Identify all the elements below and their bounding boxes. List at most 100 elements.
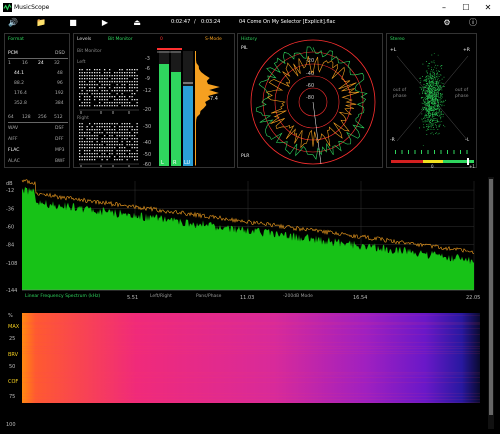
stop-icon[interactable]: ■	[66, 16, 80, 29]
meter-scale-6: -40	[143, 140, 151, 146]
pcm-rate-3: 176.4	[14, 91, 27, 96]
ring-label-80: -80	[306, 95, 314, 101]
window-title: MusicScope	[14, 4, 50, 11]
channel-l-label: L	[161, 160, 164, 166]
dsd-multiple-4: 512	[54, 115, 63, 120]
meter-scale-7: -50	[143, 152, 151, 158]
pans-phase-toggle[interactable]: Pans/Phase	[196, 294, 221, 299]
s-mode-title: S-Mode	[205, 37, 222, 42]
vertical-scrollbar[interactable]	[488, 177, 494, 429]
sgram-tick-75: 75	[9, 394, 15, 400]
history-radar: -20 -40 -60 -80	[250, 39, 376, 165]
format-title: Format	[8, 37, 24, 42]
type-dff: DFF	[55, 137, 64, 142]
ring-label-40: -40	[306, 71, 314, 77]
db-tick: -60	[6, 224, 14, 230]
s-mode-peak-value: 7.4	[210, 96, 218, 102]
spectrogram-panel: % 25 50 75 100 MAX BRV COF	[4, 309, 486, 431]
left-level-bar	[159, 64, 169, 166]
peak-indicator: 0	[160, 37, 163, 42]
bit-monitor-title: Bit Monitor	[108, 37, 133, 42]
play-icon[interactable]: ▶	[98, 16, 112, 29]
dsd-label: DSD	[55, 51, 65, 56]
app-logo-icon	[3, 3, 12, 12]
bit-monitor-display	[79, 69, 139, 167]
spectrum-mode-label[interactable]: Linear Frequency Spectrum (kHz)	[25, 294, 100, 299]
settings-gear-icon[interactable]: ⚙	[440, 16, 454, 29]
meter-scale-3: -12	[143, 88, 151, 94]
marker-cof: COF	[8, 379, 18, 385]
loudness-bar	[183, 86, 193, 166]
pcm-rate-1: 44.1	[14, 71, 25, 76]
db-tick: -108	[6, 261, 17, 267]
type-aiff: AIFF	[8, 137, 18, 142]
pcm-label: PCM	[8, 51, 18, 56]
sgram-tick-25: 25	[9, 336, 15, 342]
mode-200db-toggle[interactable]: -200dB Mode	[283, 294, 313, 299]
sgram-tick-50: 50	[9, 364, 15, 370]
toolbar: 🔊 📁 ■ ▶ ⏏ 0:02:47 / 0:03:24 04 Come On M…	[0, 16, 500, 29]
elapsed-time: 0:02:47	[171, 19, 191, 25]
meter-scale-4: -20	[143, 107, 151, 113]
stereo-title: Stereo	[390, 37, 405, 42]
right-level-bar	[171, 72, 181, 166]
freq-tick: 22.05	[466, 295, 480, 301]
dsd-multiple-2: 128	[22, 115, 31, 120]
db-tick: -12	[6, 188, 14, 194]
bits-16: 16	[22, 61, 28, 66]
history-panel: History PIL PLR -20 -40 -60 -80	[237, 33, 383, 168]
dsd-multiple-3: 256	[38, 115, 47, 120]
total-time: 0:03:24	[201, 19, 221, 25]
sgram-percent-label: %	[8, 313, 13, 319]
pcm-rate-4: 352.8	[14, 101, 27, 106]
freq-tick: 16.54	[353, 295, 367, 301]
level-meters: -3 -6 -9 -12 -20 -30 -40 -50 -60 7.4 L R…	[143, 48, 220, 168]
info-icon[interactable]: ⓘ	[466, 16, 480, 29]
pil-label: PIL	[241, 46, 248, 51]
db-tick: -84	[6, 243, 14, 249]
correlation-max: +1	[469, 164, 475, 169]
stereo-scope	[391, 53, 474, 165]
type-flac: FLAC	[8, 148, 20, 153]
bits-24: 24	[38, 61, 44, 66]
close-button[interactable]: ✕	[477, 0, 499, 16]
left-right-toggle[interactable]: Left/Right	[150, 294, 172, 299]
marker-max: MAX	[8, 324, 20, 330]
bits-1: 1	[8, 61, 11, 66]
sgram-tick-100: 100	[6, 422, 16, 428]
eject-icon[interactable]: ⏏	[130, 16, 144, 29]
dsd-rate-1: 48	[57, 71, 63, 76]
freq-tick: 5.51	[127, 295, 138, 301]
type-mp3: MP3	[55, 148, 65, 153]
meter-scale-8: -60	[143, 162, 151, 168]
format-panel: Format PCM DSD 1 16 24 32 44.1 88.2 176.…	[4, 33, 70, 168]
spectrum-panel: dB -12 -36 -60 -84 -108 -144 5.51 11.03 16.54 22.…	[4, 177, 486, 307]
spectrogram: % 25 50 75 100 MAX BRV COF	[6, 313, 480, 428]
title-bar: MusicScope – ☐ ✕	[0, 0, 500, 16]
ring-label-60: -60	[306, 83, 314, 89]
meter-scale-0: -3	[145, 56, 150, 62]
db-tick: -36	[6, 206, 14, 212]
type-wav: WAV	[8, 126, 19, 131]
volume-icon[interactable]: 🔊	[6, 16, 20, 29]
bits-32: 32	[54, 61, 60, 66]
stereo-panel: Stereo +L +R -R -L out of phase out of p…	[386, 33, 477, 169]
meter-scale-1: -6	[145, 66, 150, 72]
maximize-button[interactable]: ☐	[455, 0, 477, 16]
channel-lu-label: LU	[184, 160, 191, 166]
type-alac: ALAC	[8, 159, 20, 164]
db-axis-label: dB	[6, 181, 13, 187]
dsd-rate-3: 192	[55, 91, 64, 96]
dsd-rate-4: 384	[55, 101, 64, 106]
channel-r-label: R	[173, 160, 177, 166]
levels-panel: Levels Bit Monitor 0 S-Mode Bit Monitor …	[73, 33, 235, 168]
minimize-button[interactable]: –	[433, 0, 455, 16]
correlation-mid: 0	[431, 164, 434, 169]
track-name: 04 Come On My Selector [Explicit].flac	[239, 19, 336, 25]
left-channel-label: Left	[77, 60, 86, 65]
type-dsf: DSF	[55, 126, 64, 131]
freq-tick: 11.03	[240, 295, 254, 301]
pcm-rate-2: 88.2	[14, 81, 25, 86]
open-folder-icon[interactable]: 📁	[34, 16, 48, 29]
time-separator: /	[194, 19, 196, 25]
